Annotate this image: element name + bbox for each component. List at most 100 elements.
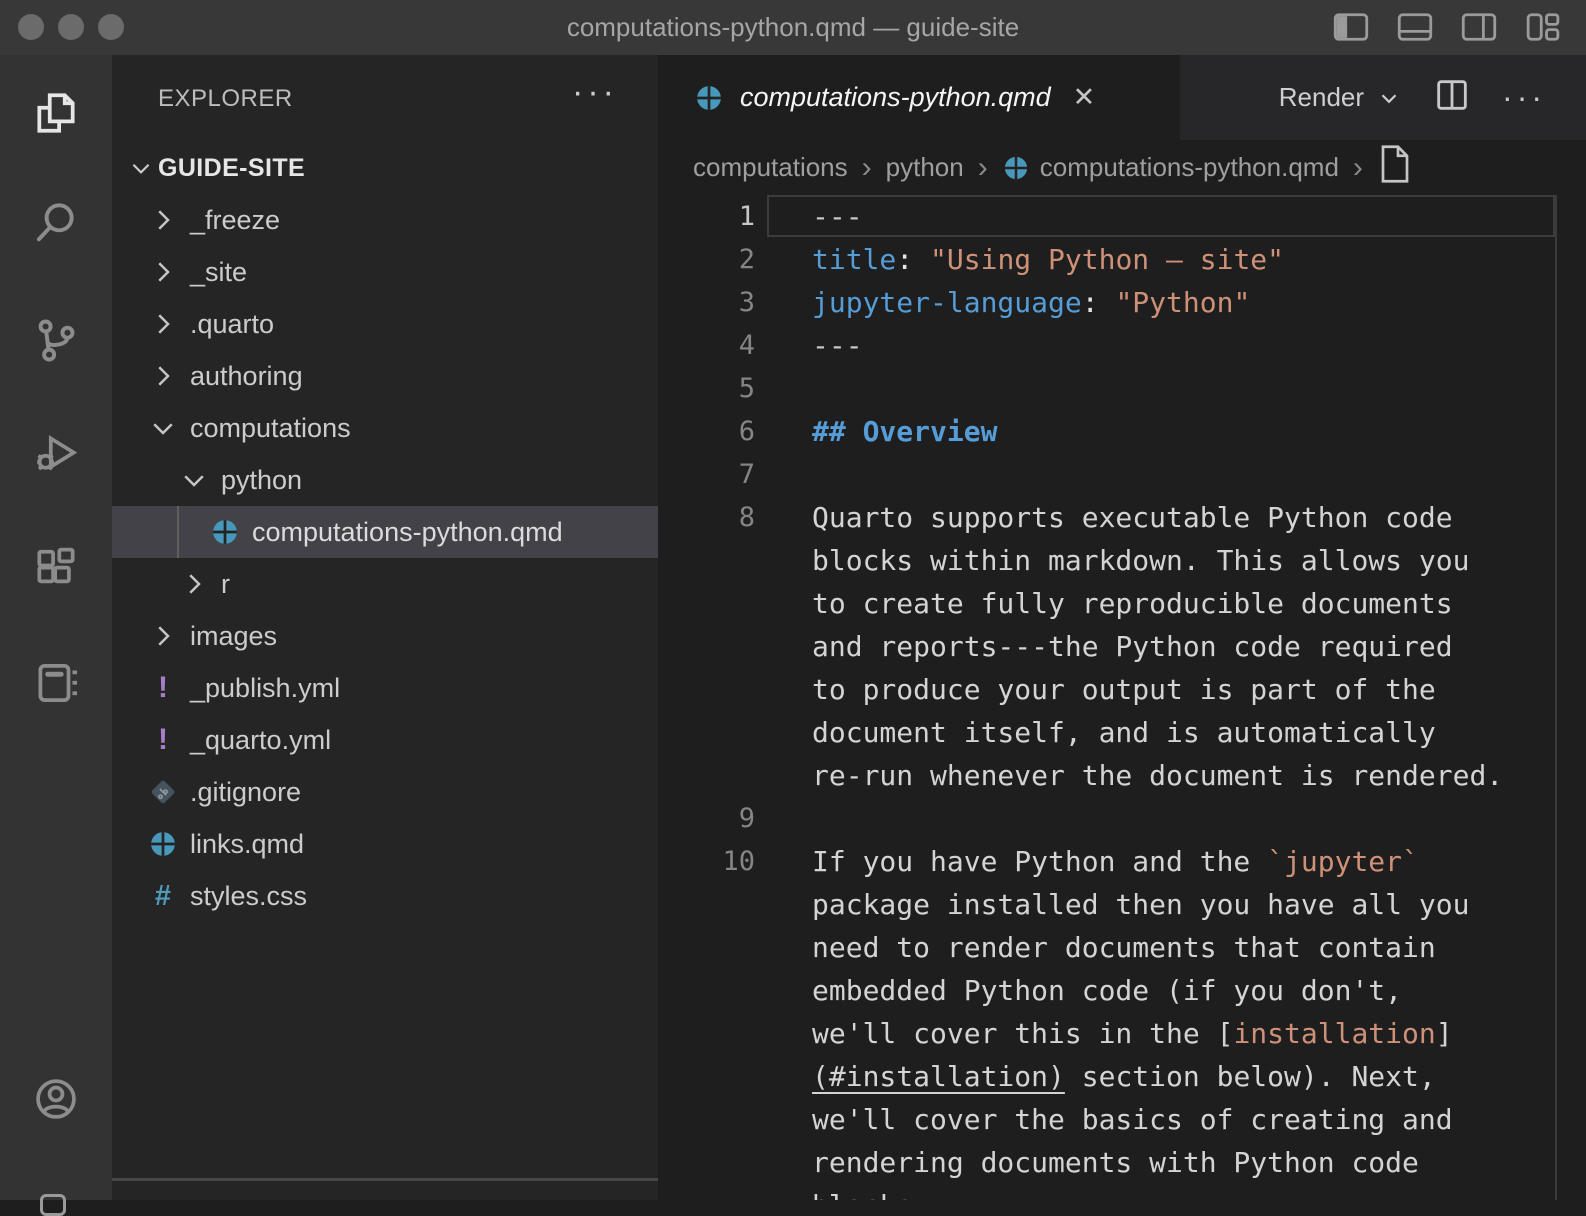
line-number[interactable] xyxy=(658,625,755,668)
line-number[interactable] xyxy=(658,711,755,754)
line-number[interactable] xyxy=(658,1141,755,1184)
code-text: we'll cover the basics of creating and xyxy=(812,1098,1453,1141)
code-line-5[interactable]: 5 xyxy=(658,367,1586,410)
breadcrumb-item-python[interactable]: python xyxy=(886,152,964,183)
line-number[interactable] xyxy=(658,1098,755,1141)
tree-item--quarto[interactable]: .quarto xyxy=(112,298,658,350)
tree-item-r[interactable]: r xyxy=(112,558,658,610)
chevron-right-icon xyxy=(148,257,178,287)
toggle-secondary-sidebar-icon[interactable] xyxy=(1458,6,1500,53)
section-header-guide-site[interactable]: GUIDE-SITE xyxy=(112,143,658,193)
line-number[interactable]: 5 xyxy=(658,367,755,410)
editor-more-actions[interactable]: ··· xyxy=(1502,79,1546,116)
split-editor-icon[interactable] xyxy=(1432,75,1472,120)
tree-item-styles-css[interactable]: #styles.css xyxy=(112,870,658,922)
tab-computations-python[interactable]: computations-python.qmd ✕ xyxy=(658,55,1180,140)
line-number[interactable]: 6 xyxy=(658,410,755,453)
toggle-panel-icon[interactable] xyxy=(1394,6,1436,53)
line-number[interactable] xyxy=(658,582,755,625)
toggle-primary-sidebar-icon[interactable] xyxy=(1330,6,1372,53)
code-line-6[interactable]: 6## Overview xyxy=(658,410,1586,453)
code-line-10-row6[interactable]: (#installation) section below). Next, xyxy=(658,1055,1586,1098)
line-number[interactable] xyxy=(658,1012,755,1055)
line-number[interactable] xyxy=(658,1055,755,1098)
code-text: need to render documents that contain xyxy=(812,926,1436,969)
section-header-outline[interactable]: OUTLINE xyxy=(112,1186,658,1200)
activity-account[interactable] xyxy=(0,1055,112,1147)
activity-bar xyxy=(0,55,112,1200)
code-line-10-row7[interactable]: we'll cover the basics of creating and xyxy=(658,1098,1586,1141)
line-number[interactable]: 8 xyxy=(658,496,755,539)
code-line-7[interactable]: 7 xyxy=(658,453,1586,496)
activity-extensions[interactable] xyxy=(0,524,112,616)
code-line-10-row8[interactable]: rendering documents with Python code xyxy=(658,1141,1586,1184)
tree-item--publish-yml[interactable]: !_publish.yml xyxy=(112,662,658,714)
tree-item-images[interactable]: images xyxy=(112,610,658,662)
tree-item-python[interactable]: python xyxy=(112,454,658,506)
tree-item--freeze[interactable]: _freeze xyxy=(112,194,658,246)
customize-layout-icon[interactable] xyxy=(1522,6,1564,53)
code-line-1[interactable]: 1--- xyxy=(658,195,1586,238)
line-number[interactable] xyxy=(658,754,755,797)
code-line-9[interactable]: 9 xyxy=(658,797,1586,840)
css-file-icon: # xyxy=(155,880,171,913)
code-line-10-row9[interactable]: blocks. xyxy=(658,1184,1586,1200)
line-number[interactable] xyxy=(658,668,755,711)
line-number[interactable] xyxy=(658,539,755,582)
line-number[interactable]: 9 xyxy=(658,797,755,840)
tree-item-label: r xyxy=(221,569,230,600)
code-line-10-row3[interactable]: need to render documents that contain xyxy=(658,926,1586,969)
tree-item-label: _publish.yml xyxy=(190,673,340,704)
chevron-right-icon xyxy=(148,309,178,339)
explorer-title: EXPLORER xyxy=(158,85,293,113)
code-line-10-row5[interactable]: we'll cover this in the [installation] xyxy=(658,1012,1586,1055)
line-number[interactable] xyxy=(658,926,755,969)
code-line-2[interactable]: 2title: "Using Python — site" xyxy=(658,238,1586,281)
code-line-8-row3[interactable]: to create fully reproducible documents xyxy=(658,582,1586,625)
activity-notebook[interactable] xyxy=(0,639,112,731)
tree-item--quarto-yml[interactable]: !_quarto.yml xyxy=(112,714,658,766)
code-line-10-row1[interactable]: 10If you have Python and the `jupyter` xyxy=(658,840,1586,883)
code-line-8-row4[interactable]: and reports---the Python code required xyxy=(658,625,1586,668)
code-line-8-row2[interactable]: blocks within markdown. This allows you xyxy=(658,539,1586,582)
code-line-4[interactable]: 4 --- xyxy=(658,324,1586,367)
tree-item-authoring[interactable]: authoring xyxy=(112,350,658,402)
activity-explorer[interactable] xyxy=(0,69,112,161)
render-button[interactable]: Render xyxy=(1279,82,1402,113)
explorer-more-actions[interactable]: ··· xyxy=(572,73,618,112)
code-line-3[interactable]: 3jupyter-language: "Python" xyxy=(658,281,1586,324)
line-number[interactable]: 7 xyxy=(658,453,755,496)
render-label: Render xyxy=(1279,82,1364,113)
settings-gear-icon[interactable] xyxy=(40,1194,66,1216)
breadcrumb-item-computations[interactable]: computations xyxy=(693,152,848,183)
tree-item-computations-python-qmd[interactable]: computations-python.qmd xyxy=(112,506,658,558)
tab-close-icon[interactable]: ✕ xyxy=(1073,82,1096,113)
code-line-8-row1[interactable]: 8Quarto supports executable Python code xyxy=(658,496,1586,539)
activity-search[interactable] xyxy=(0,179,112,271)
code-line-8-row6[interactable]: document itself, and is automatically xyxy=(658,711,1586,754)
line-number[interactable]: 4 xyxy=(658,324,755,367)
code-line-8-row5[interactable]: to produce your output is part of the xyxy=(658,668,1586,711)
line-number[interactable] xyxy=(658,883,755,926)
line-number[interactable] xyxy=(658,969,755,1012)
tree-item-computations[interactable]: computations xyxy=(112,402,658,454)
tree-item--site[interactable]: _site xyxy=(112,246,658,298)
code-text: --- xyxy=(812,324,863,367)
code-line-10-row2[interactable]: package installed then you have all you xyxy=(658,883,1586,926)
code-editor[interactable]: 1---2title: "Using Python — site"3jupyte… xyxy=(658,195,1586,1200)
file-tree: _freeze_site.quartoauthoringcomputations… xyxy=(112,194,658,922)
tree-item--gitignore[interactable]: .gitignore xyxy=(112,766,658,818)
line-number[interactable]: 1 xyxy=(658,195,755,238)
activity-run-debug[interactable] xyxy=(0,409,112,501)
activity-source-control[interactable] xyxy=(0,296,112,388)
code-line-10-row4[interactable]: embedded Python code (if you don't, xyxy=(658,969,1586,1012)
line-number[interactable]: 10 xyxy=(658,840,755,883)
line-number[interactable]: 3 xyxy=(658,281,755,324)
line-number[interactable] xyxy=(658,1184,755,1200)
tree-item-label: computations-python.qmd xyxy=(252,517,563,548)
line-number[interactable]: 2 xyxy=(658,238,755,281)
code-line-8-row7[interactable]: re-run whenever the document is rendered… xyxy=(658,754,1586,797)
tree-item-label: _site xyxy=(190,257,247,288)
breadcrumb-item-computations-python-qmd[interactable]: computations-python.qmd xyxy=(1002,152,1339,183)
tree-item-links-qmd[interactable]: links.qmd xyxy=(112,818,658,870)
